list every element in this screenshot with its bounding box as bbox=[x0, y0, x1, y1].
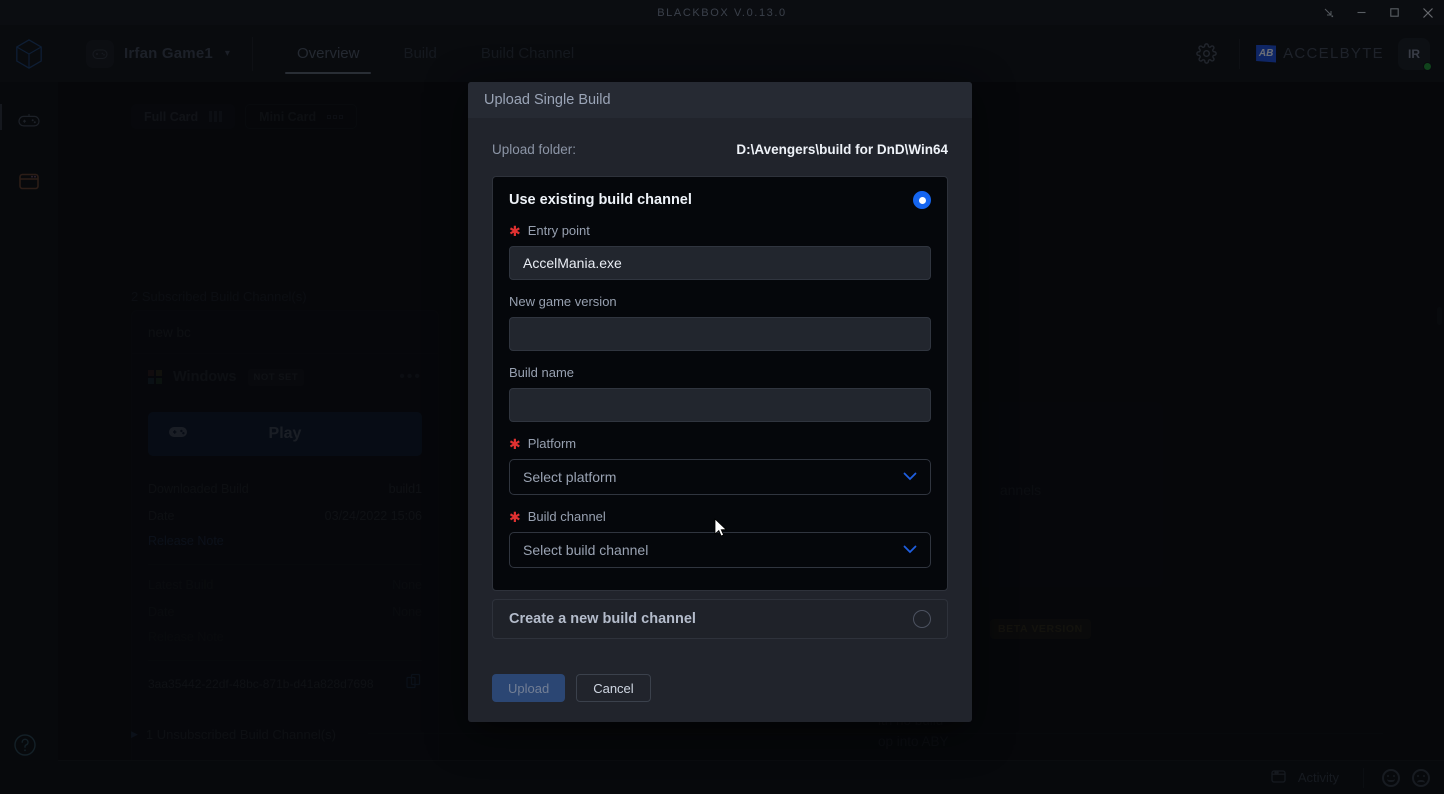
platform-select-value: Select platform bbox=[523, 469, 617, 485]
entry-point-input[interactable] bbox=[509, 246, 931, 280]
required-asterisk-icon: ✱ bbox=[509, 222, 521, 239]
required-asterisk-icon: ✱ bbox=[509, 508, 521, 525]
use-existing-header[interactable]: Use existing build channel bbox=[509, 191, 931, 209]
upload-folder-path: D:\Avengers\build for DnD\Win64 bbox=[736, 141, 948, 157]
platform-label: ✱ Platform bbox=[509, 436, 931, 451]
app-window: BLACKBOX V.0.13.0 bbox=[0, 0, 1444, 794]
entry-point-label: ✱ Entry point bbox=[509, 223, 931, 238]
dialog-actions: Upload Cancel bbox=[468, 652, 972, 722]
build-channel-label-text: Build channel bbox=[527, 509, 606, 524]
create-new-build-channel-section[interactable]: Create a new build channel bbox=[492, 599, 948, 639]
build-channel-select[interactable]: Select build channel bbox=[509, 532, 931, 568]
create-new-radio[interactable] bbox=[913, 610, 931, 628]
upload-folder-label: Upload folder: bbox=[492, 141, 577, 157]
build-name-field: Build name bbox=[509, 365, 931, 422]
chevron-down-icon bbox=[903, 543, 917, 557]
upload-single-build-dialog: Upload Single Build Upload folder: D:\Av… bbox=[468, 82, 972, 722]
dialog-body: Upload folder: D:\Avengers\build for DnD… bbox=[468, 118, 972, 652]
upload-button[interactable]: Upload bbox=[492, 674, 566, 702]
platform-label-text: Platform bbox=[527, 436, 577, 451]
platform-select[interactable]: Select platform bbox=[509, 459, 931, 495]
use-existing-build-channel-section: Use existing build channel ✱ Entry point… bbox=[492, 176, 948, 591]
chevron-down-icon bbox=[903, 470, 917, 484]
build-channel-label: ✱ Build channel bbox=[509, 509, 931, 524]
new-game-version-label-text: New game version bbox=[509, 294, 617, 309]
dialog-title: Upload Single Build bbox=[468, 82, 972, 118]
build-name-input[interactable] bbox=[509, 388, 931, 422]
cancel-button[interactable]: Cancel bbox=[576, 674, 651, 702]
new-game-version-label: New game version bbox=[509, 294, 931, 309]
entry-point-label-text: Entry point bbox=[527, 223, 590, 238]
build-channel-field: ✱ Build channel Select build channel bbox=[509, 509, 931, 568]
new-game-version-input[interactable] bbox=[509, 317, 931, 351]
create-new-title: Create a new build channel bbox=[509, 611, 696, 627]
use-existing-title: Use existing build channel bbox=[509, 192, 692, 208]
use-existing-radio[interactable] bbox=[913, 191, 931, 209]
build-name-label-text: Build name bbox=[509, 365, 575, 380]
entry-point-field: ✱ Entry point bbox=[509, 223, 931, 280]
build-channel-select-value: Select build channel bbox=[523, 542, 649, 558]
build-name-label: Build name bbox=[509, 365, 931, 380]
required-asterisk-icon: ✱ bbox=[509, 435, 521, 452]
upload-folder-row: Upload folder: D:\Avengers\build for DnD… bbox=[492, 132, 948, 166]
new-game-version-field: New game version bbox=[509, 294, 931, 351]
platform-field: ✱ Platform Select platform bbox=[509, 436, 931, 495]
